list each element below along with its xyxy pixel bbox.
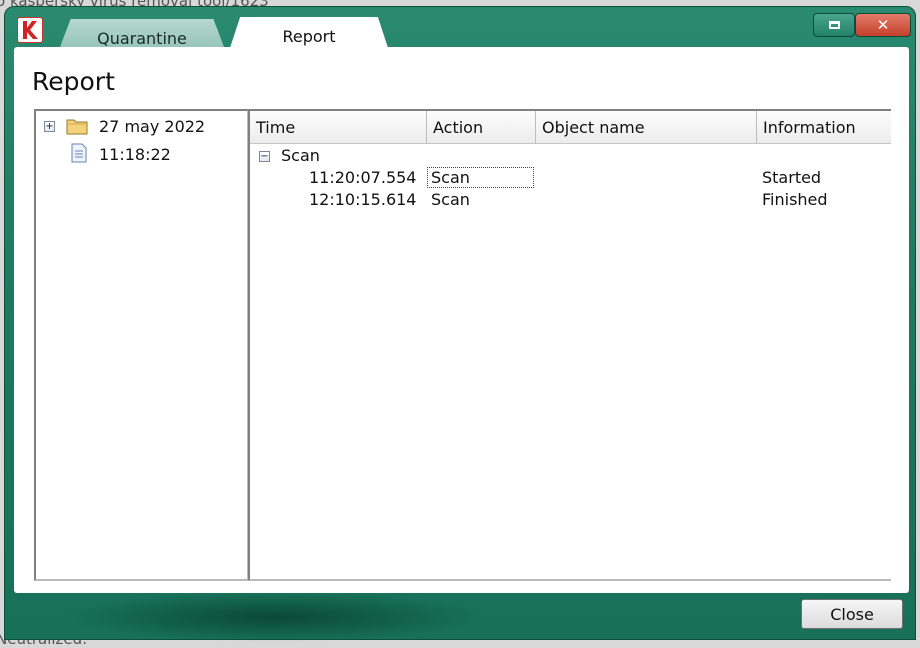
- close-button[interactable]: Close: [801, 599, 903, 629]
- cell-action: Scan: [427, 167, 534, 188]
- folder-icon: [66, 119, 88, 135]
- tree-expand-icon[interactable]: +: [44, 121, 55, 132]
- report-panel: Report + 27 may 2022 11:18:22 Time Actio…: [14, 47, 909, 593]
- restore-icon: [829, 21, 840, 29]
- report-events-table: Time Action Object name Information − Sc…: [248, 109, 891, 581]
- column-header-time[interactable]: Time: [250, 111, 427, 143]
- cell-information: Started: [762, 168, 822, 187]
- table-header: Time Action Object name Information: [250, 111, 891, 144]
- cell-action: Scan: [431, 190, 470, 209]
- cell-time: 11:20:07.554: [309, 168, 417, 187]
- report-date-tree[interactable]: + 27 may 2022 11:18:22: [34, 109, 249, 581]
- tab-report-label: Report: [282, 27, 336, 46]
- column-header-action[interactable]: Action: [427, 111, 536, 143]
- page-title: Report: [32, 67, 115, 96]
- document-icon: [71, 143, 87, 163]
- window-close-button[interactable]: ✕: [855, 13, 911, 37]
- column-header-object-name[interactable]: Object name: [536, 111, 757, 143]
- cell-time: 12:10:15.614: [309, 190, 417, 209]
- column-header-information[interactable]: Information: [757, 111, 891, 143]
- group-collapse-icon[interactable]: −: [259, 151, 270, 162]
- group-label[interactable]: Scan: [281, 146, 320, 165]
- tab-quarantine-label: Quarantine: [97, 29, 187, 48]
- kaspersky-k-icon: [17, 17, 43, 43]
- close-icon: ✕: [876, 16, 890, 34]
- cell-information: Finished: [762, 190, 828, 209]
- tree-item-date[interactable]: 27 may 2022: [99, 117, 205, 136]
- kvrt-window: Quarantine Report ✕ Report + 27 may 2022…: [4, 6, 916, 642]
- tree-item-time[interactable]: 11:18:22: [99, 145, 171, 164]
- restore-button[interactable]: [813, 13, 855, 37]
